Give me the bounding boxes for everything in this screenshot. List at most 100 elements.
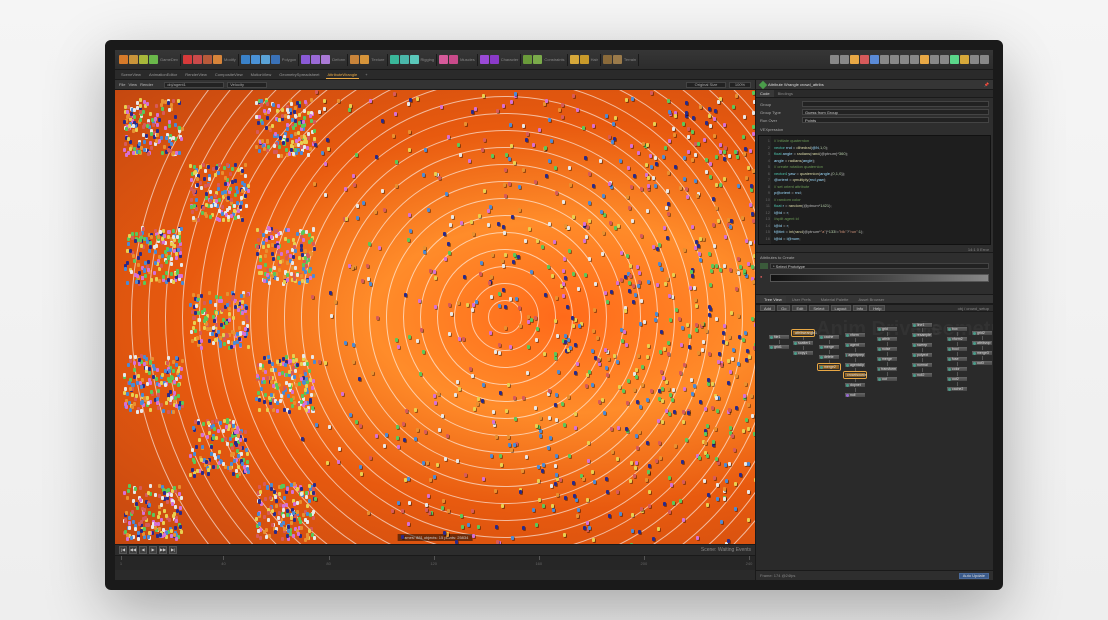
- playback-button[interactable]: ▶|: [169, 546, 177, 554]
- network-node[interactable]: xform2: [946, 336, 968, 342]
- network-tab[interactable]: User Prefs: [788, 296, 815, 303]
- shelf-tool-icon[interactable]: [870, 55, 879, 64]
- color-swatch-icon[interactable]: ●: [760, 274, 768, 279]
- shelf-tool-icon[interactable]: [960, 55, 969, 64]
- network-node[interactable]: agentprep: [844, 352, 866, 358]
- add-tab-button[interactable]: +: [363, 71, 369, 78]
- network-node[interactable]: crowdsource: [844, 372, 866, 378]
- shelf-tool-icon[interactable]: [241, 55, 250, 64]
- vp-mode-field[interactable]: Velocity: [227, 82, 267, 88]
- shelf-tool-icon[interactable]: [523, 55, 532, 64]
- shelf-tool-icon[interactable]: [271, 55, 280, 64]
- network-node[interactable]: transform: [876, 366, 898, 372]
- network-node[interactable]: box: [946, 326, 968, 332]
- shelf-tool-icon[interactable]: [410, 55, 419, 64]
- pin-icon[interactable]: 📌: [984, 82, 989, 87]
- shelf-tool-icon[interactable]: [900, 55, 909, 64]
- network-tab[interactable]: Tree View: [760, 296, 786, 303]
- network-button[interactable]: Edit: [792, 305, 807, 311]
- shelf-tool-icon[interactable]: [840, 55, 849, 64]
- shelf-tool-icon[interactable]: [830, 55, 839, 64]
- network-node[interactable]: grid1: [768, 344, 790, 350]
- shelf-tool-icon[interactable]: [139, 55, 148, 64]
- network-button[interactable]: Info: [853, 305, 868, 311]
- auto-update-button[interactable]: Auto Update: [959, 573, 989, 579]
- shelf-tool-icon[interactable]: [860, 55, 869, 64]
- param-tab[interactable]: Code: [756, 90, 774, 97]
- network-node[interactable]: delete: [818, 354, 840, 360]
- shelf-tool-icon[interactable]: [480, 55, 489, 64]
- viewport-3d[interactable]: frames: 881 objects: 15 points: 25834: [115, 90, 755, 544]
- shelf-tool-icon[interactable]: [613, 55, 622, 64]
- playback-button[interactable]: ◀◀: [129, 546, 137, 554]
- shelf-tool-icon[interactable]: [251, 55, 260, 64]
- vp-aspect-button[interactable]: Original Size: [686, 82, 726, 88]
- param-input[interactable]: [802, 101, 989, 107]
- network-node[interactable]: merge: [876, 356, 898, 362]
- network-node[interactable]: copy1: [792, 350, 814, 356]
- network-node[interactable]: out2: [946, 376, 968, 382]
- network-node[interactable]: out: [876, 376, 898, 382]
- shelf-tool-icon[interactable]: [910, 55, 919, 64]
- shelf-tool-icon[interactable]: [390, 55, 399, 64]
- shelf-tool-icon[interactable]: [321, 55, 330, 64]
- shelf-tool-icon[interactable]: [970, 55, 979, 64]
- shelf-tool-icon[interactable]: [203, 55, 212, 64]
- shelf-tool-icon[interactable]: [533, 55, 542, 64]
- param-input[interactable]: Points: [802, 117, 989, 123]
- network-button[interactable]: Go: [777, 305, 790, 311]
- network-node[interactable]: normal: [911, 362, 933, 368]
- pane-tab[interactable]: SceneView: [119, 71, 143, 78]
- network-button[interactable]: Help: [869, 305, 885, 311]
- shelf-tool-icon[interactable]: [119, 55, 128, 64]
- network-node[interactable]: fuse: [946, 356, 968, 362]
- shelf-tool-icon[interactable]: [920, 55, 929, 64]
- shelf-tool-icon[interactable]: [930, 55, 939, 64]
- network-node[interactable]: out3: [971, 360, 993, 366]
- network-path[interactable]: obj / crowd_setup: [958, 306, 989, 311]
- pane-tab[interactable]: CompositeView: [213, 71, 245, 78]
- pane-tab[interactable]: AnimationEditor: [147, 71, 179, 78]
- network-node[interactable]: xform: [844, 332, 866, 338]
- shelf-tool-icon[interactable]: [311, 55, 320, 64]
- playback-button[interactable]: |◀: [119, 546, 127, 554]
- vp-path-field[interactable]: obj/agent1: [164, 82, 224, 88]
- network-button[interactable]: Layout: [831, 305, 851, 311]
- network-node[interactable]: merge3: [971, 350, 993, 356]
- shelf-tool-icon[interactable]: [149, 55, 158, 64]
- pane-tab[interactable]: MotionView: [249, 71, 274, 78]
- shelf-tool-icon[interactable]: [880, 55, 889, 64]
- vp-menu-file[interactable]: File: [119, 82, 125, 87]
- network-node[interactable]: file1: [768, 334, 790, 340]
- shelf-tool-icon[interactable]: [890, 55, 899, 64]
- shelf-tool-icon[interactable]: [850, 55, 859, 64]
- shelf-tool-icon[interactable]: [400, 55, 409, 64]
- vp-zoom-field[interactable]: 100%: [729, 82, 751, 88]
- shelf-tool-icon[interactable]: [439, 55, 448, 64]
- attr-prototype-field[interactable]: * Select Prototype: [770, 263, 989, 269]
- network-node[interactable]: merge2: [818, 364, 840, 370]
- network-node[interactable]: merge: [818, 344, 840, 350]
- pane-tab[interactable]: RenderView: [183, 71, 209, 78]
- network-view[interactable]: Anim DriversGeometryfile1grid1attribwran…: [756, 312, 993, 570]
- network-node[interactable]: null: [844, 392, 866, 398]
- network-tab[interactable]: Material Palette: [817, 296, 853, 303]
- param-tab[interactable]: Bindings: [774, 90, 797, 97]
- shelf-tool-icon[interactable]: [449, 55, 458, 64]
- network-node[interactable]: bool: [946, 346, 968, 352]
- shelf-tool-icon[interactable]: [980, 55, 989, 64]
- shelf-tool-icon[interactable]: [950, 55, 959, 64]
- code-content[interactable]: // Initiate quaternionvector rnd = dihed…: [771, 136, 990, 244]
- param-input[interactable]: Guess from Group: [802, 109, 989, 115]
- shelf-tool-icon[interactable]: [490, 55, 499, 64]
- network-node[interactable]: color: [946, 366, 968, 372]
- vp-menu-view[interactable]: View: [128, 82, 137, 87]
- network-tab[interactable]: Asset Browser: [855, 296, 889, 303]
- shelf-tool-icon[interactable]: [261, 55, 270, 64]
- shelf-tool-icon[interactable]: [129, 55, 138, 64]
- network-node[interactable]: attribvop: [971, 340, 993, 346]
- network-node[interactable]: dopnet: [844, 382, 866, 388]
- shelf-tool-icon[interactable]: [360, 55, 369, 64]
- shelf-tool-icon[interactable]: [603, 55, 612, 64]
- network-node[interactable]: line1: [911, 322, 933, 328]
